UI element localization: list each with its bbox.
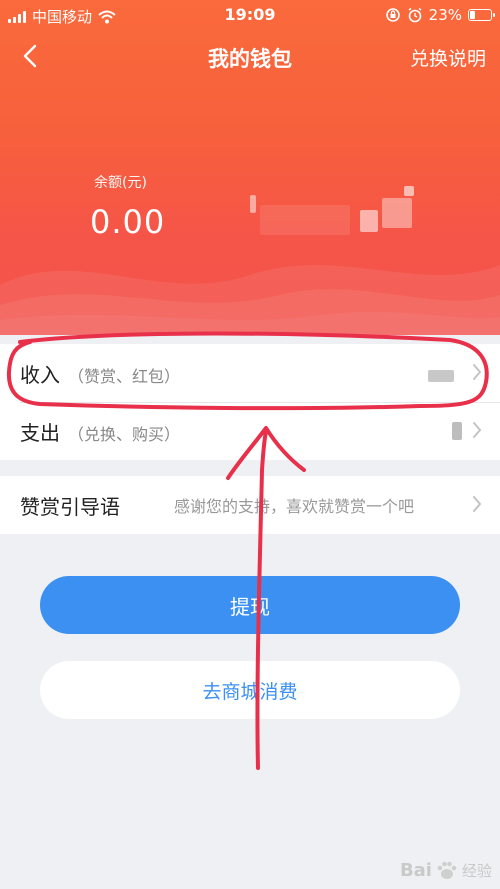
reward-tip-row[interactable]: 赞赏引导语 感谢您的支持，喜欢就赞赏一个吧 bbox=[0, 476, 500, 534]
battery-percent: 23% bbox=[428, 6, 462, 24]
battery-icon bbox=[468, 9, 495, 21]
reward-tip-card: 赞赏引导语 感谢您的支持，喜欢就赞赏一个吧 bbox=[0, 476, 500, 534]
rotation-lock-icon bbox=[385, 8, 400, 22]
redacted-area bbox=[360, 210, 378, 232]
expense-label: 支出 （兑换、购买） bbox=[20, 417, 180, 446]
expense-row[interactable]: 支出 （兑换、购买） bbox=[0, 402, 500, 460]
go-shop-button[interactable]: 去商城消费 bbox=[40, 661, 460, 719]
income-row[interactable]: 收入 （赞赏、红包） bbox=[0, 344, 500, 402]
balance-value: 0.00 bbox=[90, 203, 166, 241]
status-bar: 中国移动 19:09 23% bbox=[0, 0, 500, 30]
nav-bar: 我的钱包 兑换说明 bbox=[0, 34, 500, 78]
redacted-area bbox=[250, 195, 256, 213]
reward-tip-value: 感谢您的支持，喜欢就赞赏一个吧 bbox=[174, 497, 415, 516]
alarm-icon bbox=[408, 7, 422, 23]
paw-icon bbox=[437, 861, 457, 879]
status-right: 23% bbox=[385, 6, 495, 24]
redacted-area bbox=[260, 205, 350, 235]
chevron-right-icon bbox=[473, 496, 482, 512]
balance-label: 余额(元) bbox=[94, 175, 147, 191]
redacted-area bbox=[382, 198, 412, 228]
battery-fill bbox=[470, 11, 475, 19]
wallet-screen: 中国移动 19:09 23% 我的钱包 兑换说明 余额(元) 0.00 收入 （… bbox=[0, 0, 500, 889]
expense-title: 支出 bbox=[20, 420, 60, 445]
chevron-right-icon bbox=[473, 364, 482, 380]
watermark-sub: 经验 bbox=[461, 861, 492, 880]
income-title: 收入 bbox=[20, 362, 60, 387]
redacted-area bbox=[404, 186, 414, 196]
expense-subtitle: （兑换、购买） bbox=[68, 424, 181, 444]
income-label: 收入 （赞赏、红包） bbox=[20, 359, 180, 388]
withdraw-button[interactable]: 提现 bbox=[40, 576, 460, 634]
income-subtitle: （赞赏、红包） bbox=[68, 366, 181, 386]
redacted-value bbox=[428, 370, 454, 382]
exchange-info-link[interactable]: 兑换说明 bbox=[410, 44, 486, 71]
chevron-right-icon bbox=[473, 422, 482, 438]
reward-tip-label: 赞赏引导语 bbox=[20, 494, 120, 519]
redacted-value bbox=[452, 422, 462, 440]
transactions-card: 收入 （赞赏、红包） 支出 （兑换、购买） bbox=[0, 344, 500, 460]
header-wave-decoration bbox=[0, 265, 500, 335]
watermark: Bai 经验 bbox=[400, 859, 492, 881]
watermark-brand: Bai bbox=[399, 859, 432, 881]
